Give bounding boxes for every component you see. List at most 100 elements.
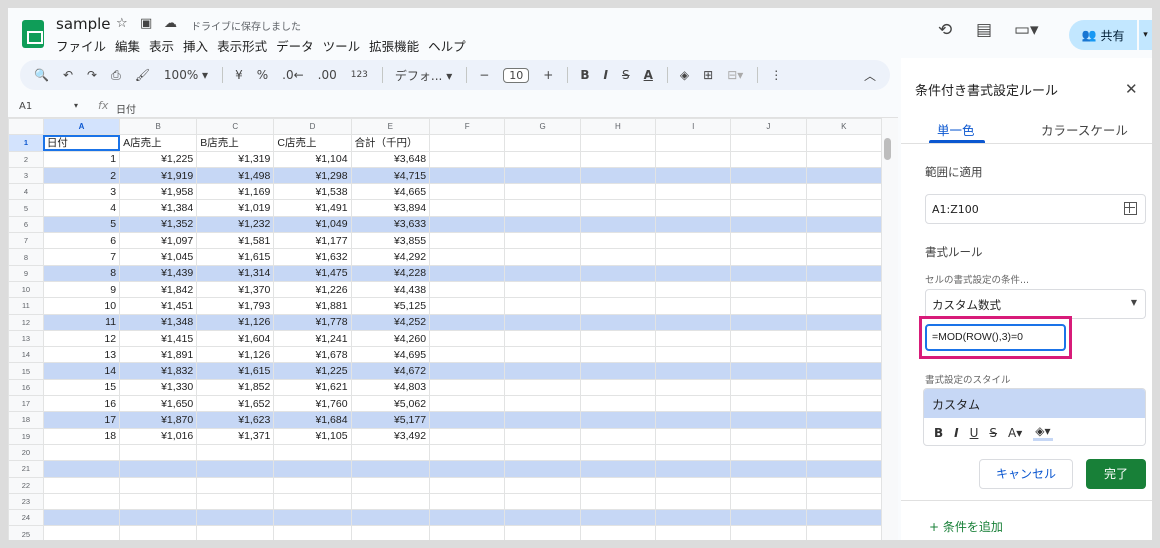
cell[interactable] [805,329,882,348]
strikethrough-icon[interactable]: S [989,426,997,440]
text-color-icon[interactable]: A▾ [1008,426,1022,440]
cell[interactable] [579,150,657,168]
cell[interactable]: ¥1,370 [196,280,275,299]
menu-item[interactable]: ツール [323,36,361,55]
cell[interactable] [579,215,657,234]
fill-color-icon[interactable]: ◈ [680,68,689,82]
cell[interactable] [429,346,506,364]
cell[interactable] [579,443,657,462]
cell[interactable]: 合計（千円） [350,134,431,152]
cell[interactable] [805,525,882,540]
cell[interactable]: ¥1,104 [273,150,352,168]
cell[interactable] [579,427,657,445]
column-header[interactable]: E [350,118,431,136]
cell[interactable] [805,395,882,413]
cell[interactable]: 17 [42,411,121,429]
cell[interactable] [429,509,506,527]
cell[interactable] [805,150,882,168]
cell[interactable]: ¥1,958 [119,183,198,201]
row-header[interactable]: 13 [8,329,44,348]
cell[interactable] [730,525,807,540]
cell[interactable] [579,183,657,201]
cell[interactable] [504,166,581,185]
cell[interactable]: ¥1,241 [273,329,352,348]
cell[interactable]: ¥1,019 [196,199,275,217]
cell[interactable] [655,232,732,250]
cell[interactable] [805,411,882,429]
cell[interactable] [730,183,807,201]
cell[interactable] [655,248,732,266]
cell[interactable]: ¥1,632 [273,248,352,266]
cell[interactable] [429,166,506,185]
cell[interactable] [730,362,807,380]
column-header[interactable]: I [655,118,732,136]
collapse-menu-icon[interactable]: ︿ [864,67,876,84]
cell[interactable]: 15 [42,378,121,397]
column-header[interactable]: D [273,118,352,136]
cell[interactable]: ¥1,226 [273,280,352,299]
cell[interactable] [655,313,732,331]
cell[interactable] [655,199,732,217]
cell[interactable] [579,525,657,540]
cell[interactable]: ¥4,803 [350,378,431,397]
cell[interactable]: ¥4,695 [350,346,431,364]
cell[interactable] [196,525,275,540]
cell[interactable] [504,509,581,527]
cell[interactable] [805,460,882,478]
cell[interactable] [429,411,506,429]
cell[interactable] [504,248,581,266]
cell[interactable] [805,427,882,445]
done-button[interactable]: 完了 [1086,459,1146,489]
cell[interactable] [805,443,882,462]
percent-format-button[interactable]: % [257,68,268,82]
cell[interactable] [429,525,506,540]
menu-item[interactable]: 表示 [149,36,174,55]
menu-item[interactable]: 拡張機能 [369,36,419,55]
formula-input[interactable]: 日付 [116,101,136,116]
cell[interactable] [196,460,275,478]
cell[interactable]: ¥1,678 [273,346,352,364]
cell[interactable]: 13 [42,346,121,364]
cell[interactable] [655,346,732,364]
cell[interactable]: 12 [42,329,121,348]
cell[interactable] [119,476,198,494]
cell[interactable] [273,476,352,494]
cell[interactable] [655,395,732,413]
cell[interactable]: ¥1,615 [196,248,275,266]
cell[interactable] [429,134,506,152]
cell[interactable] [579,166,657,185]
cell[interactable] [655,492,732,511]
cell[interactable]: ¥4,438 [350,280,431,299]
cell[interactable]: 8 [42,264,121,282]
cell[interactable]: 14 [42,362,121,380]
cell[interactable]: ¥1,049 [273,215,352,234]
cell[interactable] [730,297,807,315]
cell[interactable]: 3 [42,183,121,201]
cell[interactable]: ¥1,498 [196,166,275,185]
currency-format-button[interactable]: ¥ [235,68,243,82]
cell[interactable] [504,199,581,217]
star-icon[interactable]: ☆ [116,16,128,31]
cell[interactable] [579,362,657,380]
undo-icon[interactable]: ↶ [63,68,73,82]
column-header[interactable]: J [730,118,807,136]
cell[interactable]: 4 [42,199,121,217]
row-header[interactable]: 17 [8,395,44,413]
menu-item[interactable]: 挿入 [183,36,208,55]
scrollbar-thumb[interactable] [884,138,891,160]
cell[interactable]: ¥1,298 [273,166,352,185]
cell[interactable] [350,460,431,478]
cell[interactable]: ¥1,105 [273,427,352,445]
row-header[interactable]: 12 [8,313,44,331]
cell[interactable]: ¥1,623 [196,411,275,429]
row-header[interactable]: 21 [8,460,44,478]
row-header[interactable]: 16 [8,378,44,397]
cell[interactable]: ¥3,633 [350,215,431,234]
share-options-button[interactable]: ▾ [1138,20,1152,50]
search-menus-icon[interactable]: 🔍 [34,68,49,82]
cell[interactable]: B店売上 [196,134,275,152]
column-header[interactable]: B [119,118,198,136]
move-folder-icon[interactable]: ▣ [140,16,152,31]
cell[interactable] [655,215,732,234]
strikethrough-icon[interactable]: S [622,68,630,82]
